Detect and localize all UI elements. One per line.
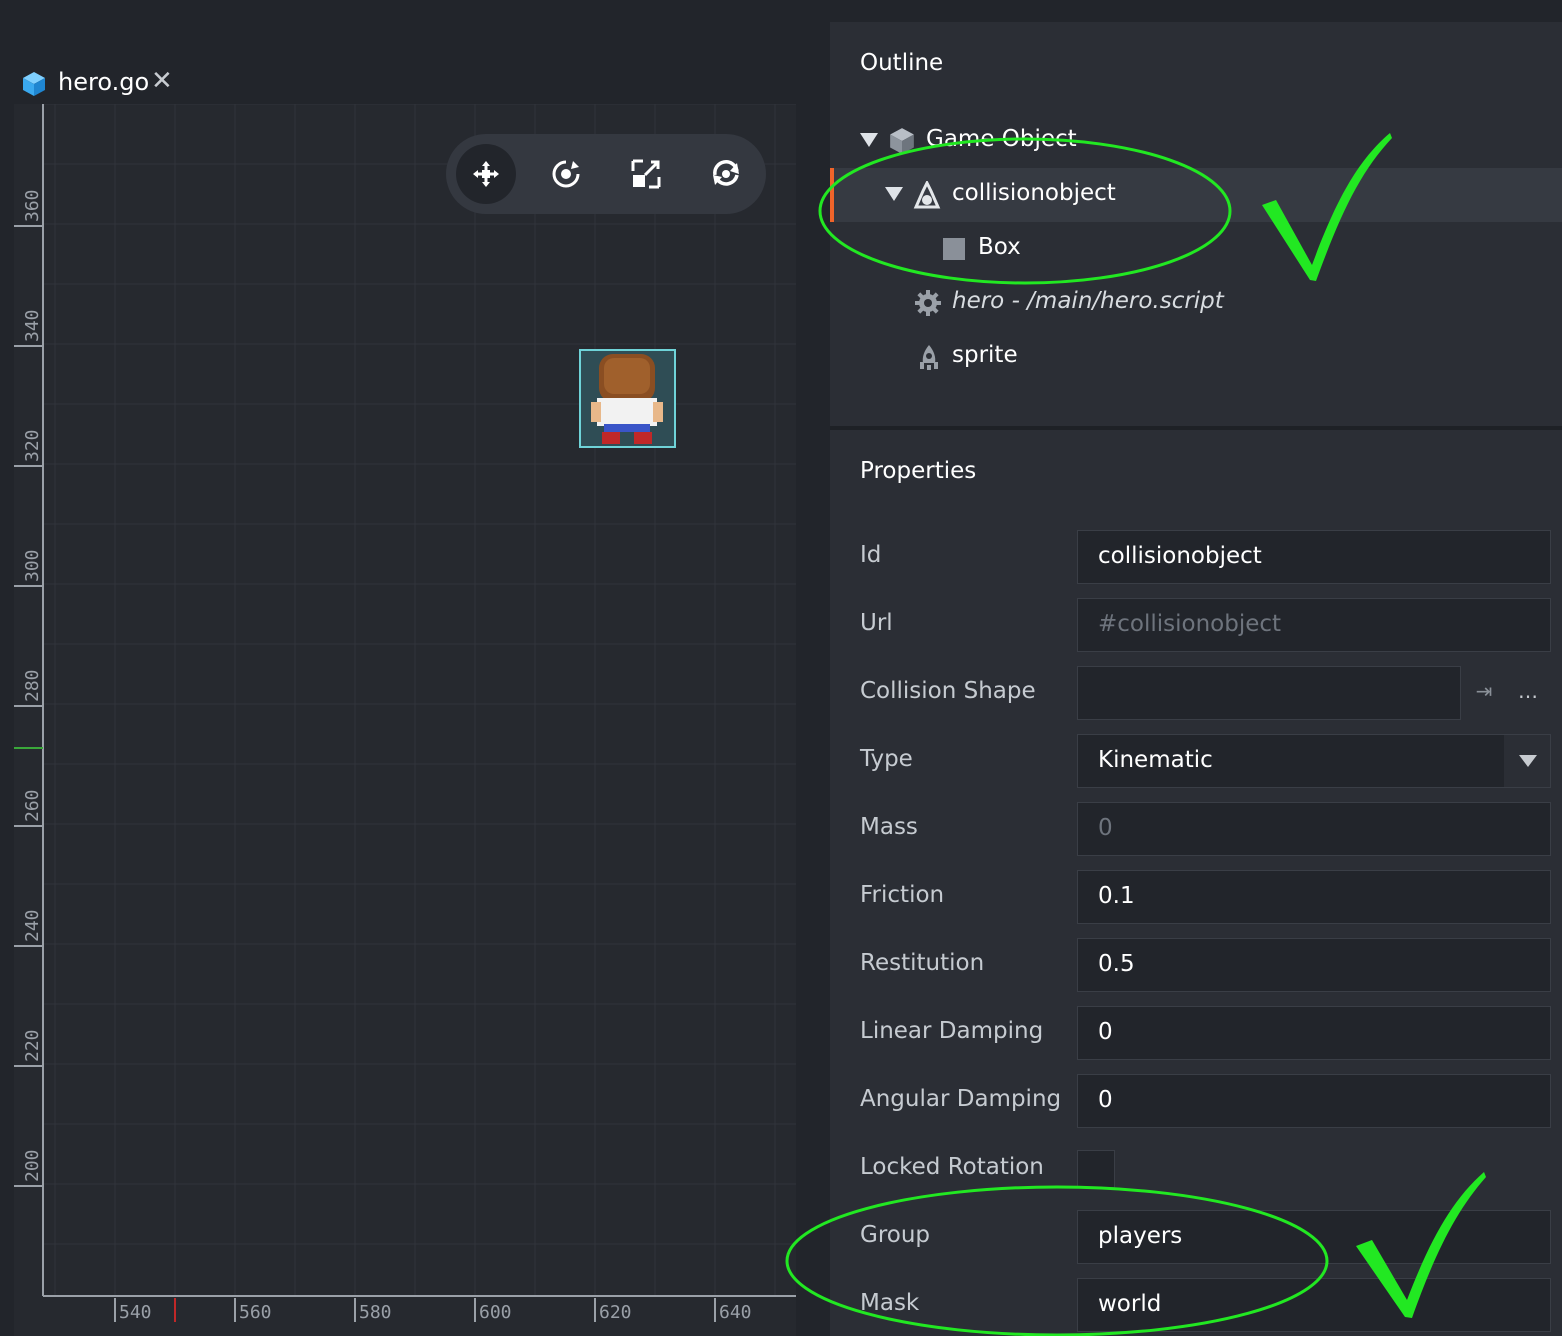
tab-hero-go[interactable]: hero.go ✕ — [14, 44, 178, 108]
angular-damping-value: 0 — [1098, 1087, 1113, 1113]
angular-damping-field[interactable]: 0 — [1077, 1074, 1551, 1128]
outline-item-label: hero - /main/hero.script — [952, 288, 1224, 314]
friction-label: Friction — [860, 882, 945, 908]
type-label: Type — [860, 746, 913, 772]
friction-value: 0.1 — [1098, 883, 1135, 909]
y-axis-tick-label: 260 — [22, 789, 43, 822]
collision-shape-field[interactable] — [1077, 666, 1461, 720]
cube-icon — [890, 128, 914, 154]
y-axis-labels: 360 340 320 300 280 260 240 220 200 — [14, 189, 43, 1187]
y-axis-tick-label: 280 — [22, 669, 43, 702]
tab-label: hero.go — [58, 68, 150, 96]
outline-item-game-object[interactable]: Game Object — [830, 114, 1562, 168]
box-shape-icon — [943, 238, 965, 260]
restitution-value: 0.5 — [1098, 951, 1135, 977]
locked-rotation-checkbox[interactable] — [1077, 1150, 1115, 1188]
scene-toolbar — [446, 134, 766, 214]
x-axis-tick-label: 580 — [359, 1302, 392, 1323]
sprite-icon — [920, 345, 938, 370]
outline-item-collisionobject[interactable]: collisionobject — [830, 168, 1562, 222]
scene-viewport[interactable]: 540 560 580 600 620 640 360 340 320 300 280 260 240… — [14, 104, 796, 1336]
properties-title: Properties — [860, 458, 977, 484]
y-axis-tick-label: 240 — [22, 909, 43, 942]
scene-grid: 540 560 580 600 620 640 360 340 320 300 280 260 240… — [14, 104, 796, 1323]
hero-sprite[interactable] — [579, 349, 676, 448]
type-select[interactable]: Kinematic — [1077, 734, 1551, 788]
locked-rotation-label: Locked Rotation — [860, 1154, 1044, 1180]
tab-bar: hero.go ✕ — [0, 22, 830, 108]
outline-title: Outline — [860, 50, 944, 76]
cube-icon — [23, 72, 45, 96]
outline-item-label: Game Object — [926, 126, 1077, 152]
right-panel: Outline Game Object collisionobject Box — [830, 22, 1562, 1336]
id-value: collisionobject — [1098, 543, 1262, 569]
x-axis-labels: 540 560 580 600 620 640 — [114, 1298, 752, 1323]
gear-icon — [915, 290, 941, 316]
rotate-icon — [552, 160, 580, 188]
outline-item-label: sprite — [952, 342, 1018, 368]
mask-label: Mask — [860, 1290, 920, 1316]
collapse-triangle-icon[interactable] — [885, 187, 903, 201]
y-axis-tick-label: 220 — [22, 1029, 43, 1062]
top-strip — [0, 0, 830, 22]
x-axis-tick-label: 540 — [119, 1302, 152, 1323]
group-label: Group — [860, 1222, 931, 1248]
restitution-field[interactable]: 0.5 — [1077, 938, 1551, 992]
y-axis-tick-label: 340 — [22, 309, 43, 342]
mask-field[interactable]: world — [1077, 1278, 1551, 1332]
scale-tool-button[interactable] — [616, 144, 676, 204]
friction-field[interactable]: 0.1 — [1077, 870, 1551, 924]
rotate-tool-button[interactable] — [536, 144, 596, 204]
outline-item-box[interactable]: Box — [830, 222, 1562, 276]
y-axis-tick-label: 300 — [22, 549, 43, 582]
move-icon — [473, 161, 499, 187]
y-axis-tick-label: 360 — [22, 189, 43, 222]
goto-resource-button[interactable]: ⇥ — [1462, 666, 1506, 718]
x-axis-tick-label: 560 — [239, 1302, 272, 1323]
x-axis-tick-label: 620 — [599, 1302, 632, 1323]
y-axis-tick-label: 320 — [22, 429, 43, 462]
collapse-triangle-icon[interactable] — [860, 133, 878, 147]
browse-resource-button[interactable]: … — [1506, 666, 1550, 718]
x-axis-tick-label: 640 — [719, 1302, 752, 1323]
group-field[interactable]: players — [1077, 1210, 1551, 1264]
linear-damping-label: Linear Damping — [860, 1018, 1044, 1044]
mask-value: world — [1098, 1291, 1162, 1317]
group-value: players — [1098, 1223, 1183, 1249]
collision-shape-label: Collision Shape — [860, 678, 1036, 704]
id-field[interactable]: collisionobject — [1077, 530, 1551, 584]
angular-damping-label: Angular Damping — [860, 1086, 1062, 1112]
outline-item-sprite[interactable]: sprite — [830, 330, 1562, 384]
outline-item-label: Box — [978, 234, 1021, 260]
x-axis-tick-label: 600 — [479, 1302, 512, 1323]
scale-icon — [631, 159, 661, 189]
linear-damping-value: 0 — [1098, 1019, 1113, 1045]
url-label: Url — [860, 610, 893, 636]
panel-divider[interactable] — [830, 426, 1562, 430]
id-label: Id — [860, 542, 882, 568]
outline-item-hero-script[interactable]: hero - /main/hero.script — [830, 276, 1562, 330]
reset-camera-icon — [713, 160, 739, 186]
restitution-label: Restitution — [860, 950, 985, 976]
y-axis-tick-label: 200 — [22, 1149, 43, 1182]
chevron-down-icon[interactable] — [1504, 735, 1550, 787]
url-value: #collisionobject — [1098, 611, 1282, 637]
mass-field[interactable]: 0 — [1077, 802, 1551, 856]
collision-object-icon — [913, 181, 941, 209]
url-field[interactable]: #collisionobject — [1077, 598, 1551, 652]
type-value: Kinematic — [1098, 747, 1213, 773]
mass-value: 0 — [1098, 815, 1113, 841]
selection-indicator — [830, 168, 834, 222]
linear-damping-field[interactable]: 0 — [1077, 1006, 1551, 1060]
mass-label: Mass — [860, 814, 918, 840]
reset-camera-button[interactable] — [696, 144, 756, 204]
outline-item-label: collisionobject — [952, 180, 1116, 206]
close-icon[interactable]: ✕ — [151, 66, 173, 96]
move-tool-button[interactable] — [456, 144, 516, 204]
